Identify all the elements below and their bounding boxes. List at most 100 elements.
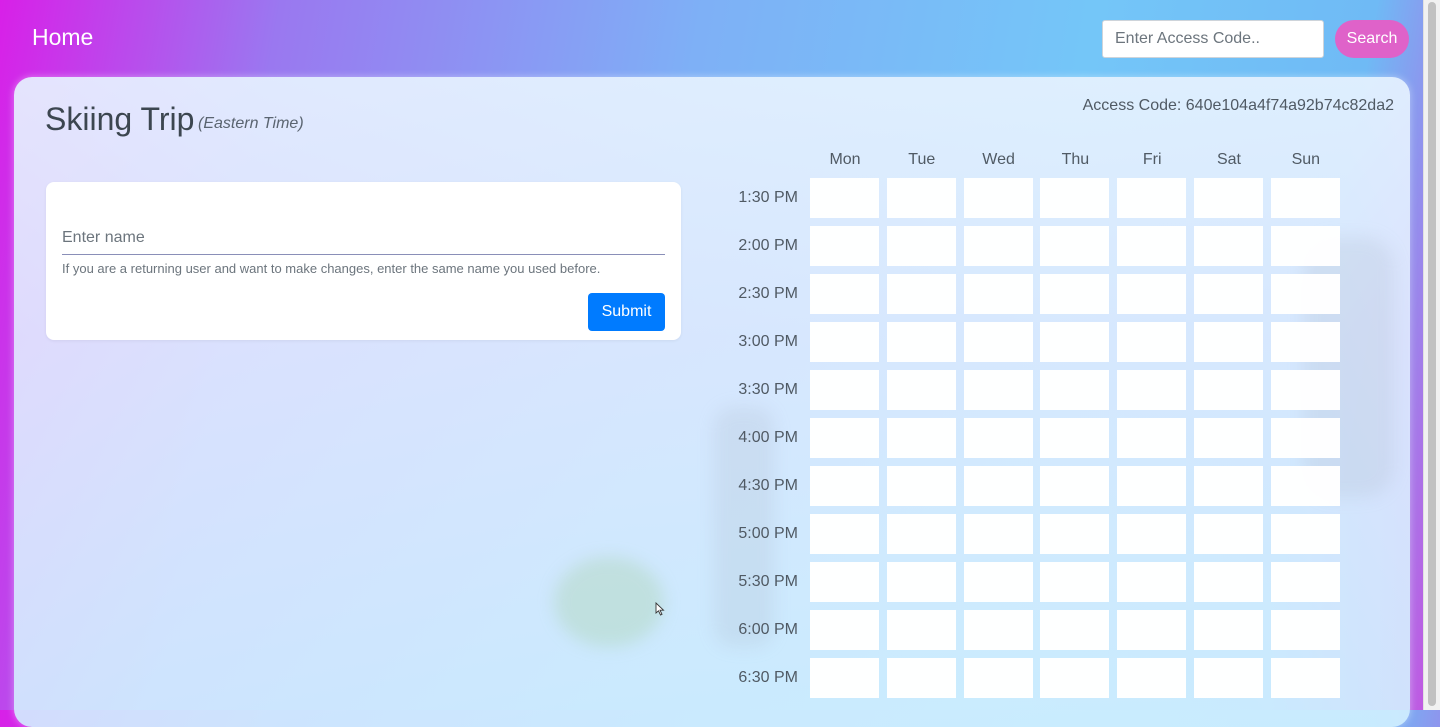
time-slot-cell[interactable]	[1040, 370, 1110, 410]
time-slot-cell[interactable]	[1194, 370, 1263, 410]
time-slot-cell[interactable]	[1270, 322, 1340, 362]
day-header-sun: Sun	[1291, 151, 1321, 168]
time-slot-cell[interactable]	[1270, 178, 1340, 218]
day-header-tue: Tue	[908, 151, 936, 168]
time-slot-cell[interactable]	[1117, 274, 1187, 314]
time-slot-cell[interactable]	[1040, 610, 1110, 650]
time-slot-cell[interactable]	[810, 466, 879, 506]
name-input[interactable]	[62, 222, 665, 255]
time-slot-cell[interactable]	[963, 274, 1033, 314]
time-slot-cell[interactable]	[1117, 562, 1187, 602]
time-slot-cell[interactable]	[810, 274, 879, 314]
search-button[interactable]: Search	[1335, 20, 1409, 58]
time-slot-cell[interactable]	[810, 658, 879, 698]
time-slot-cell[interactable]	[1194, 514, 1263, 554]
time-slot-cell[interactable]	[1040, 226, 1110, 266]
time-slot-cell[interactable]	[886, 466, 956, 506]
time-slot-cell[interactable]	[1117, 466, 1187, 506]
time-slot-cell[interactable]	[1270, 274, 1340, 314]
time-slot-cell[interactable]	[1117, 322, 1187, 362]
time-slot-cell[interactable]	[810, 418, 879, 458]
time-slot-cell[interactable]	[810, 178, 879, 218]
time-slot-cell[interactable]	[1117, 226, 1187, 266]
time-slot-cell[interactable]	[1117, 370, 1187, 410]
time-slot-cell[interactable]	[1040, 178, 1110, 218]
time-slot-cell[interactable]	[1117, 610, 1187, 650]
time-slot-cell[interactable]	[886, 226, 956, 266]
time-slot-cell[interactable]	[810, 370, 879, 410]
time-slot-cell[interactable]	[963, 466, 1033, 506]
time-slot-cell[interactable]	[1040, 514, 1110, 554]
event-panel: Skiing Trip (Eastern Time) Access Code: …	[14, 77, 1410, 727]
home-link[interactable]: Home	[32, 24, 93, 51]
time-slot-cell[interactable]	[1194, 322, 1263, 362]
page-scrollbar[interactable]	[1423, 0, 1440, 710]
time-slot-cell[interactable]	[963, 514, 1033, 554]
time-slot-cell[interactable]	[963, 418, 1033, 458]
time-slot-cell[interactable]	[886, 562, 956, 602]
time-slot-cell[interactable]	[886, 370, 956, 410]
submit-button[interactable]: Submit	[588, 293, 665, 331]
time-slot-cell[interactable]	[886, 178, 956, 218]
time-slot-cell[interactable]	[1117, 418, 1187, 458]
scrollbar-thumb[interactable]	[1428, 2, 1436, 706]
time-slot-cell[interactable]	[1270, 418, 1340, 458]
time-slot-cell[interactable]	[1270, 514, 1340, 554]
time-slot-cell[interactable]	[1270, 610, 1340, 650]
time-label: 5:30 PM	[738, 573, 798, 590]
time-slot-cell[interactable]	[886, 514, 956, 554]
time-slot-cell[interactable]	[1270, 226, 1340, 266]
time-slot-cell[interactable]	[1040, 418, 1110, 458]
day-header-mon: Mon	[829, 151, 861, 168]
time-slot-cell[interactable]	[963, 610, 1033, 650]
time-slot-cell[interactable]	[886, 274, 956, 314]
time-slot-cell[interactable]	[810, 562, 879, 602]
time-slot-cell[interactable]	[1194, 562, 1263, 602]
time-slot-cell[interactable]	[1194, 610, 1263, 650]
time-slot-cell[interactable]	[963, 658, 1033, 698]
time-slot-cell[interactable]	[886, 418, 956, 458]
time-slot-cell[interactable]	[1040, 274, 1110, 314]
time-slot-cell[interactable]	[1270, 466, 1340, 506]
time-slot-cell[interactable]	[1194, 466, 1263, 506]
time-slot-cell[interactable]	[963, 322, 1033, 362]
time-slot-cell[interactable]	[963, 178, 1033, 218]
name-help-text: If you are a returning user and want to …	[62, 261, 601, 276]
time-slot-cell[interactable]	[1194, 226, 1263, 266]
time-slot-cell[interactable]	[1270, 370, 1340, 410]
time-slot-cell[interactable]	[963, 562, 1033, 602]
time-label: 4:00 PM	[738, 429, 798, 446]
time-slot-cell[interactable]	[810, 226, 879, 266]
event-title: Skiing Trip	[45, 101, 195, 137]
time-slot-cell[interactable]	[1040, 658, 1110, 698]
time-slot-cell[interactable]	[963, 226, 1033, 266]
day-header-fri: Fri	[1142, 151, 1162, 168]
time-slot-cell[interactable]	[886, 322, 956, 362]
time-slot-cell[interactable]	[1117, 514, 1187, 554]
time-label: 1:30 PM	[738, 189, 798, 206]
time-label: 2:30 PM	[738, 285, 798, 302]
time-slot-cell[interactable]	[1194, 418, 1263, 458]
time-slot-cell[interactable]	[1040, 466, 1110, 506]
access-code-display: Access Code: 640e104a4f74a92b74c82da2	[1082, 97, 1394, 114]
time-slot-cell[interactable]	[810, 610, 879, 650]
time-slot-cell[interactable]	[1040, 322, 1110, 362]
navbar: Home Search	[0, 0, 1424, 78]
time-slot-cell[interactable]	[1270, 562, 1340, 602]
time-slot-cell[interactable]	[1194, 178, 1263, 218]
time-slot-cell[interactable]	[810, 514, 879, 554]
time-slot-cell[interactable]	[1040, 562, 1110, 602]
timezone-label: (Eastern Time)	[198, 115, 304, 132]
time-slot-cell[interactable]	[810, 322, 879, 362]
access-code-input[interactable]	[1102, 20, 1324, 58]
time-slot-cell[interactable]	[886, 610, 956, 650]
time-slot-cell[interactable]	[1194, 658, 1263, 698]
name-form-card: If you are a returning user and want to …	[46, 182, 681, 340]
time-slot-cell[interactable]	[1117, 178, 1187, 218]
time-slot-cell[interactable]	[1117, 658, 1187, 698]
time-slot-cell[interactable]	[1194, 274, 1263, 314]
time-slot-cell[interactable]	[886, 658, 956, 698]
time-slot-cell[interactable]	[1270, 658, 1340, 698]
time-slot-cell[interactable]	[963, 370, 1033, 410]
day-header-wed: Wed	[982, 151, 1015, 168]
